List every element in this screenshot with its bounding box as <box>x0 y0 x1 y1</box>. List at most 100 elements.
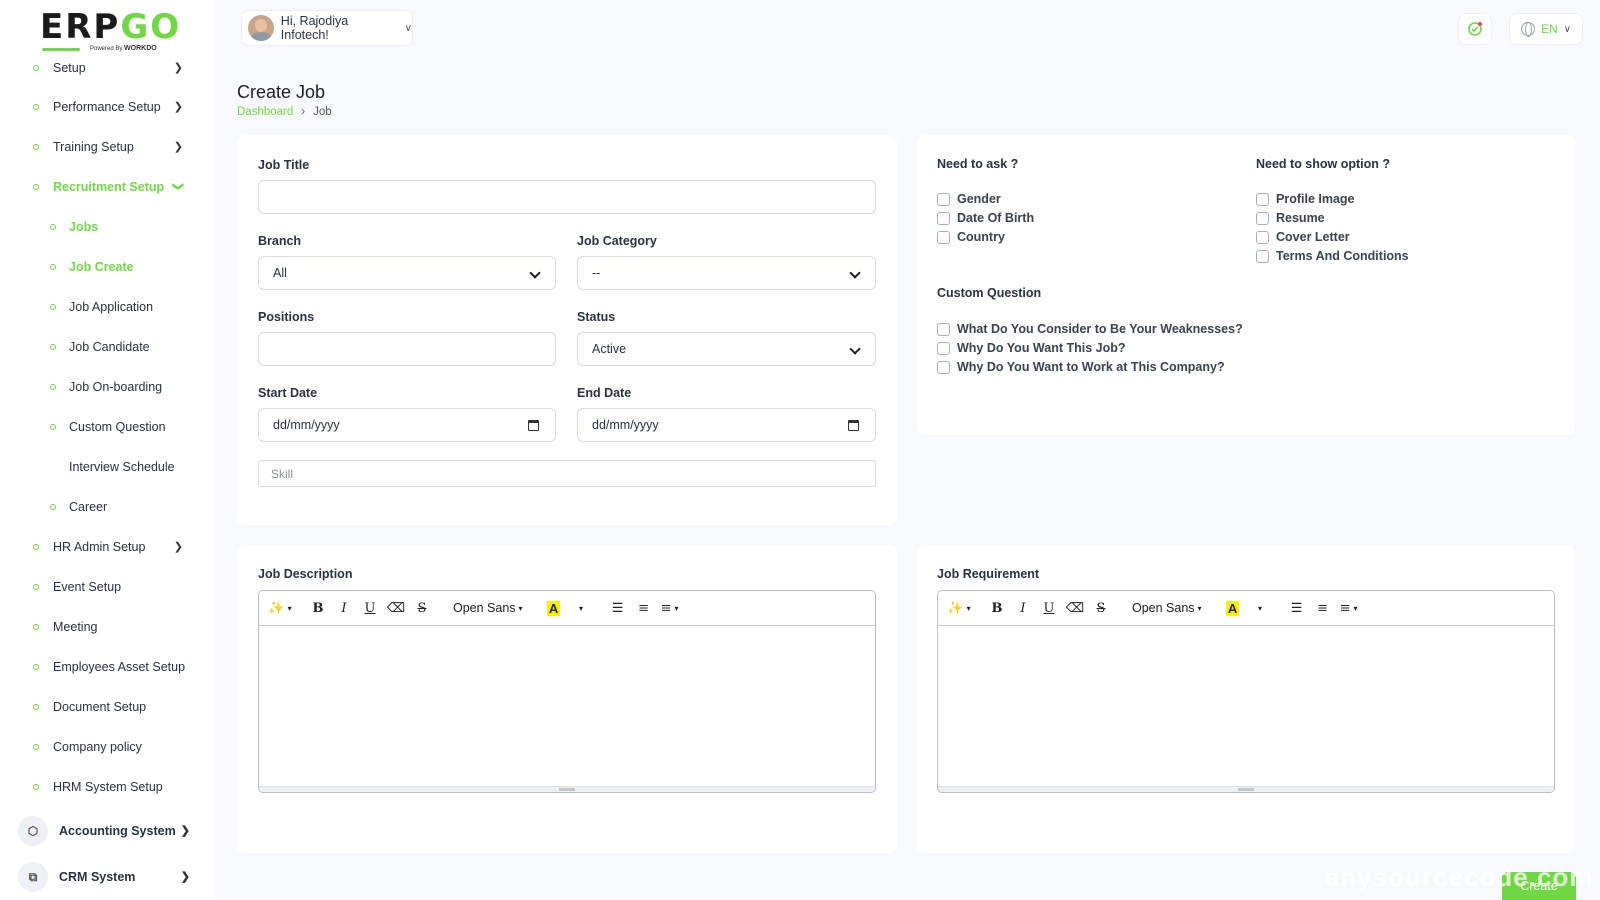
editor-resize-handle[interactable] <box>259 786 875 792</box>
sidebar-item-training-setup[interactable]: Training Setup ❯ <box>0 132 215 162</box>
paragraph-align-icon[interactable]: ≡ ▾ <box>657 596 683 620</box>
italic-button[interactable]: I <box>1010 596 1036 620</box>
underline-button[interactable]: U <box>1036 596 1062 620</box>
sidebar-item-event-setup[interactable]: Event Setup <box>0 572 215 602</box>
sidebar-item-employees-asset-setup[interactable]: Employees Asset Setup <box>0 652 215 682</box>
checkbox-box[interactable] <box>1256 211 1269 225</box>
status-select[interactable]: Active <box>577 332 876 366</box>
sidebar-item-crm-system[interactable]: ⧉ CRM System ❯ <box>18 860 208 894</box>
checkbox-box[interactable] <box>1256 249 1269 263</box>
ordered-list-icon[interactable]: ≡ <box>631 596 657 620</box>
show-cover-letter-checkbox[interactable]: Cover Letter <box>1256 230 1350 244</box>
sidebar-item-label: Job On-boarding <box>69 380 163 394</box>
eraser-icon[interactable]: ⌫ <box>383 596 409 620</box>
checkbox-label: What Do You Consider to Be Your Weakness… <box>957 322 1243 336</box>
custom-question-checkbox[interactable]: Why Do You Want to Work at This Company? <box>937 360 1225 374</box>
eraser-icon[interactable]: ⌫ <box>1062 596 1088 620</box>
unordered-list-icon[interactable]: ☰ <box>605 596 631 620</box>
custom-question-checkbox[interactable]: What Do You Consider to Be Your Weakness… <box>937 322 1243 336</box>
underline-button[interactable]: U <box>357 596 383 620</box>
user-menu-button[interactable]: Hi, Rajodiya Infotech! ∨ <box>241 10 413 46</box>
bullet-icon <box>33 744 39 750</box>
sidebar-item-interview-schedule[interactable]: Interview Schedule <box>0 452 215 482</box>
show-resume-checkbox[interactable]: Resume <box>1256 211 1325 225</box>
checkbox-box[interactable] <box>1256 192 1269 206</box>
caret-down-icon[interactable]: ▾ <box>567 596 593 620</box>
sidebar-item-hr-admin-setup[interactable]: HR Admin Setup ❯ <box>0 532 215 562</box>
ordered-list-icon[interactable]: ≡ <box>1310 596 1336 620</box>
highlight-color-button[interactable]: A <box>1220 596 1246 620</box>
job-category-label: Job Category <box>577 234 657 248</box>
font-family-dropdown[interactable]: Open Sans ▾ <box>447 596 529 620</box>
checkbox-label: Date Of Birth <box>957 211 1035 225</box>
language-selector[interactable]: EN ∨ <box>1509 13 1583 45</box>
font-family-dropdown[interactable]: Open Sans ▾ <box>1126 596 1208 620</box>
italic-button[interactable]: I <box>331 596 357 620</box>
erpgo-logo[interactable]: ERPGO Powered By WORKDO <box>40 10 180 56</box>
bullet-icon <box>33 704 39 710</box>
ask-gender-checkbox[interactable]: Gender <box>937 192 1001 206</box>
sidebar-item-recruitment-setup[interactable]: Recruitment Setup ❯ <box>0 172 215 202</box>
sidebar-item-company-policy[interactable]: Company policy <box>0 732 215 762</box>
checkbox-label: Resume <box>1276 211 1325 225</box>
sidebar-item-job-onboarding[interactable]: Job On-boarding <box>0 372 215 402</box>
caret-down-icon[interactable]: ▾ <box>1246 596 1272 620</box>
checkbox-box[interactable] <box>937 360 950 374</box>
job-requirement-editor: ✨ ▾ B I U ⌫ S Open Sans ▾ A ▾ ☰ ≡ ≡ ▾ <box>937 590 1555 793</box>
show-profile-image-checkbox[interactable]: Profile Image <box>1256 192 1355 206</box>
sidebar-item-meeting[interactable]: Meeting <box>0 612 215 642</box>
sidebar-item-document-setup[interactable]: Document Setup <box>0 692 215 722</box>
strikethrough-button[interactable]: S <box>409 596 435 620</box>
magic-wand-icon[interactable]: ✨ ▾ <box>267 596 293 620</box>
bullet-icon <box>33 784 39 790</box>
notification-button[interactable] <box>1458 13 1492 45</box>
job-description-textarea[interactable] <box>259 626 875 786</box>
unordered-list-icon[interactable]: ☰ <box>1284 596 1310 620</box>
sidebar-item-setup[interactable]: Setup ❯ <box>0 53 215 83</box>
calendar-icon[interactable] <box>528 420 539 431</box>
branch-select[interactable]: All <box>258 256 556 290</box>
sidebar-item-career[interactable]: Career <box>0 492 215 522</box>
checkbox-box[interactable] <box>937 341 950 355</box>
sidebar-item-jobs[interactable]: Jobs <box>0 212 215 242</box>
ask-country-checkbox[interactable]: Country <box>937 230 1005 244</box>
job-title-input[interactable] <box>258 180 876 214</box>
editor-resize-handle[interactable] <box>938 786 1554 792</box>
sidebar-item-job-candidate[interactable]: Job Candidate <box>0 332 215 362</box>
calendar-icon[interactable] <box>848 420 859 431</box>
checkbox-box[interactable] <box>937 192 950 206</box>
sidebar-item-hrm-system-setup[interactable]: HRM System Setup <box>0 772 215 802</box>
logo-underline <box>42 48 80 51</box>
sidebar-item-job-application[interactable]: Job Application <box>0 292 215 322</box>
custom-question-checkbox[interactable]: Why Do You Want This Job? <box>937 341 1126 355</box>
sidebar-item-job-create[interactable]: Job Create <box>0 252 215 282</box>
sidebar-item-accounting-system[interactable]: ⬡ Accounting System ❯ <box>18 814 208 848</box>
sidebar-item-performance-setup[interactable]: Performance Setup ❯ <box>0 92 215 122</box>
start-date-input[interactable]: dd/mm/yyyy <box>258 408 556 442</box>
show-terms-checkbox[interactable]: Terms And Conditions <box>1256 249 1409 263</box>
checkbox-box[interactable] <box>937 230 950 244</box>
skill-input[interactable]: Skill <box>258 460 876 487</box>
paragraph-align-icon[interactable]: ≡ ▾ <box>1336 596 1362 620</box>
sidebar: Setup ❯ Performance Setup ❯ Training Set… <box>0 0 215 900</box>
checkbox-box[interactable] <box>1256 230 1269 244</box>
create-button[interactable]: Create <box>1502 872 1576 900</box>
bold-button[interactable]: B <box>305 596 331 620</box>
end-date-input[interactable]: dd/mm/yyyy <box>577 408 876 442</box>
breadcrumb-dashboard-link[interactable]: Dashboard <box>237 106 293 118</box>
checkbox-box[interactable] <box>937 322 950 336</box>
job-requirement-label: Job Requirement <box>937 567 1040 581</box>
sidebar-item-custom-question[interactable]: Custom Question <box>0 412 215 442</box>
job-options-card: Need to ask ? Gender Date Of Birth Count… <box>917 135 1575 435</box>
job-category-select[interactable]: -- <box>577 256 876 290</box>
strikethrough-button[interactable]: S <box>1088 596 1114 620</box>
checkbox-box[interactable] <box>937 211 950 225</box>
checkbox-label: Country <box>957 230 1005 244</box>
ask-dob-checkbox[interactable]: Date Of Birth <box>937 211 1034 225</box>
positions-input[interactable] <box>258 332 556 366</box>
sidebar-item-label: CRM System <box>59 870 136 884</box>
magic-wand-icon[interactable]: ✨ ▾ <box>946 596 972 620</box>
job-requirement-textarea[interactable] <box>938 626 1554 786</box>
highlight-color-button[interactable]: A <box>541 596 567 620</box>
bold-button[interactable]: B <box>984 596 1010 620</box>
